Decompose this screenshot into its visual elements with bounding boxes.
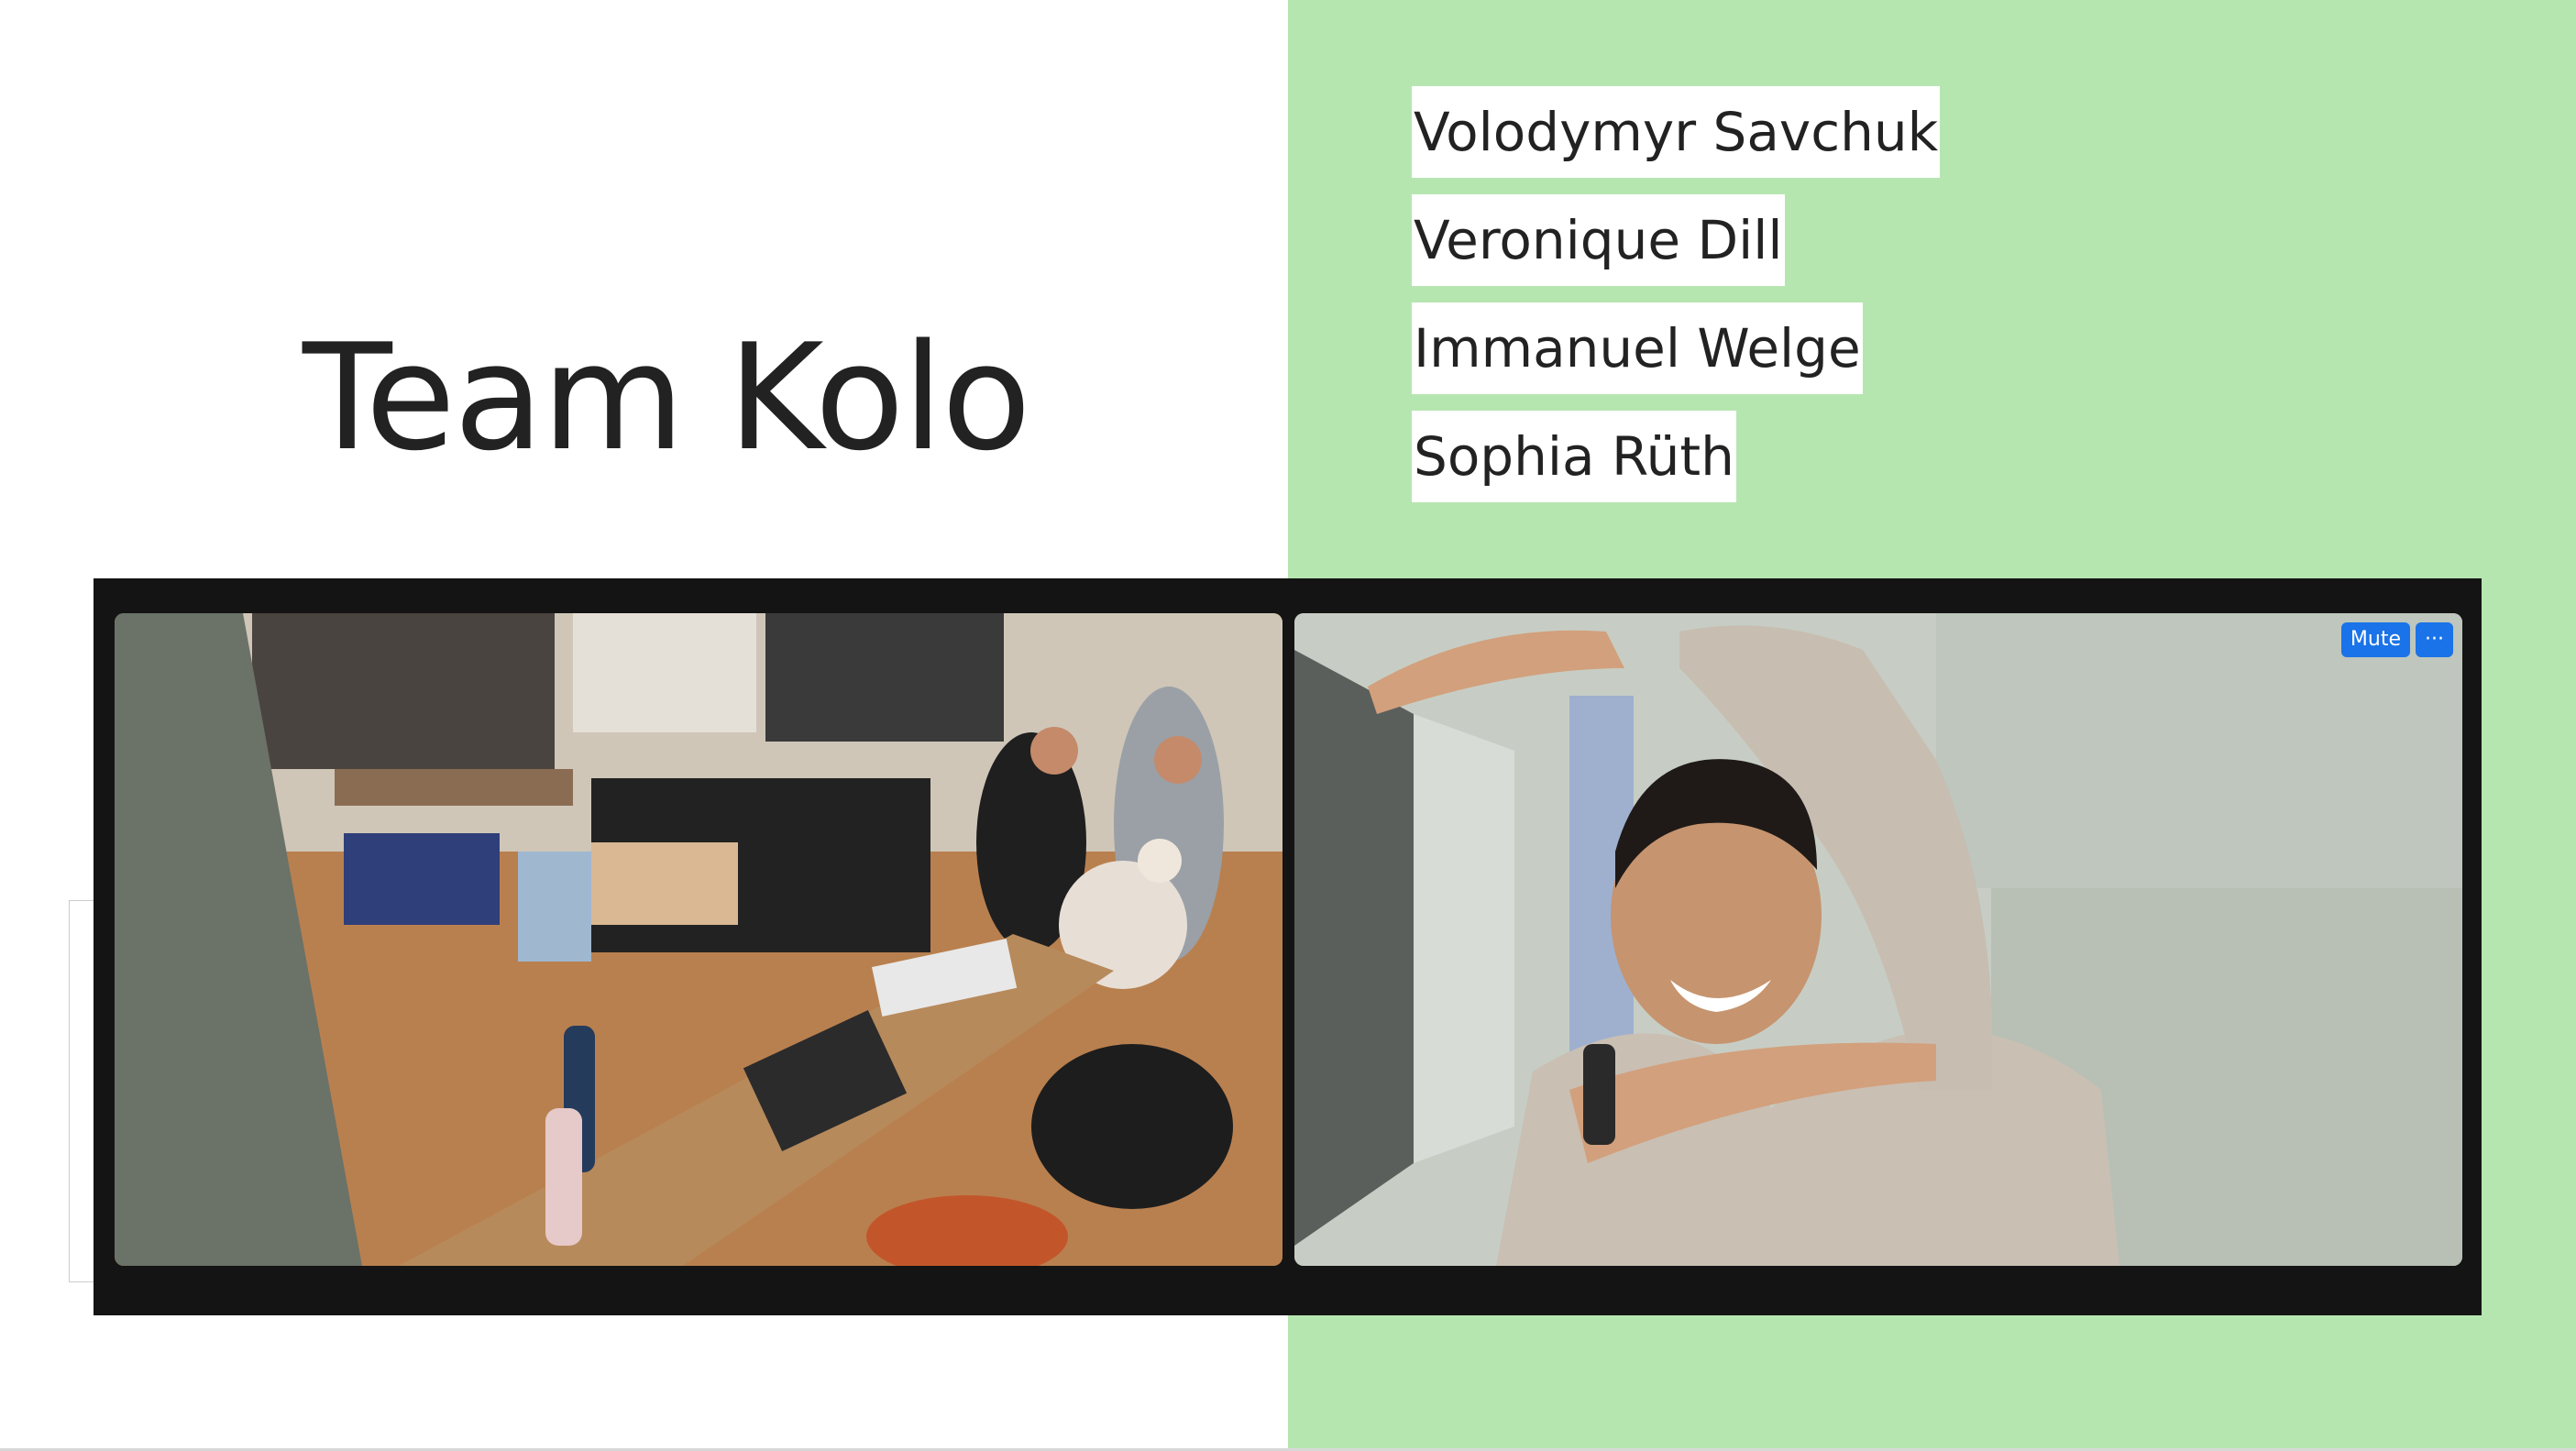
slide-title: Team Kolo bbox=[303, 312, 1031, 483]
video-tile-participant[interactable]: Mute ··· bbox=[1294, 613, 2462, 1266]
team-member-name: Sophia Rüth bbox=[1412, 411, 1736, 502]
mute-button[interactable]: Mute bbox=[2340, 622, 2411, 657]
video-call-strip: Mute ··· bbox=[94, 578, 2482, 1315]
video-tile-controls: Mute ··· bbox=[2340, 622, 2453, 657]
team-member-list: Volodymyr Savchuk Veronique Dill Immanue… bbox=[1412, 86, 1941, 519]
room-video-feed bbox=[115, 613, 1282, 1266]
video-tile-room[interactable] bbox=[115, 613, 1282, 1266]
more-options-button[interactable]: ··· bbox=[2416, 622, 2453, 657]
participant-video-feed bbox=[1294, 613, 2462, 1266]
team-member-name: Immanuel Welge bbox=[1412, 302, 1863, 394]
team-member-name: Veronique Dill bbox=[1412, 194, 1785, 286]
team-member-name: Volodymyr Savchuk bbox=[1412, 86, 1941, 178]
